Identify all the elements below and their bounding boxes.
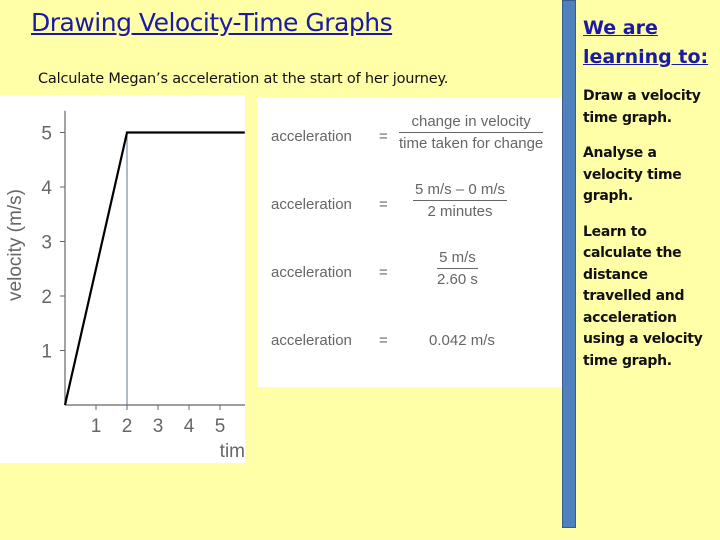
fraction: 5 m/s – 0 m/s 2 minutes [413, 181, 508, 220]
x-axis-label: tim [220, 441, 245, 462]
x-tick-label: 4 [184, 416, 195, 437]
y-axis-label: velocity (m/s) [5, 189, 26, 301]
objective-item: Learn to calculate the distance travelle… [583, 223, 703, 369]
learning-objectives: We are learning to: Draw a velocity time… [583, 14, 713, 372]
slide-title: Drawing Velocity-Time Graphs [31, 8, 393, 37]
equations-box: acceleration = change in velocity time ta… [257, 97, 563, 387]
divider-bar [562, 0, 576, 528]
objectives-heading: We are learning to: [583, 17, 709, 68]
denominator: 2 minutes [427, 203, 493, 220]
equation-1: acceleration = change in velocity time ta… [271, 113, 561, 163]
eq-label: acceleration [271, 332, 352, 349]
eq-equals: = [379, 264, 388, 281]
y-tick-label: 1 [41, 342, 52, 363]
x-tick-label: 1 [91, 416, 102, 437]
eq-equals: = [379, 128, 388, 145]
equation-3: acceleration = 5 m/s 2.60 s [271, 249, 561, 299]
y-tick-label: 2 [41, 287, 52, 308]
eq-label: acceleration [271, 128, 352, 145]
denominator: time taken for change [399, 135, 544, 152]
x-tick-label: 2 [122, 416, 133, 437]
denominator: 2.60 s [437, 271, 478, 288]
numerator: change in velocity [399, 113, 544, 133]
velocity-time-graph: 1 2 3 4 5 1 2 3 4 5 tim velocity (m/s) [0, 95, 245, 463]
equation-2: acceleration = 5 m/s – 0 m/s 2 minutes [271, 181, 561, 231]
velocity-line [63, 131, 245, 406]
graph-svg: 123451 2 3 4 5timvelocity (m/s) [5, 110, 245, 462]
numerator: 5 m/s [437, 249, 478, 269]
eq-label: acceleration [271, 264, 352, 281]
x-tick-label: 3 [153, 416, 164, 437]
question-text: Calculate Megan’s acceleration at the st… [38, 71, 449, 87]
fraction: change in velocity time taken for change [399, 113, 544, 152]
numerator: 5 m/s – 0 m/s [413, 181, 508, 201]
fraction: 5 m/s 2.60 s [437, 249, 478, 288]
eq-equals: = [379, 332, 388, 349]
y-tick-label: 3 [41, 233, 52, 254]
result-value: 0.042 m/s [429, 332, 495, 349]
eq-label: acceleration [271, 196, 352, 213]
x-tick-label: 5 [215, 416, 226, 437]
y-tick-label: 5 [41, 124, 52, 145]
eq-equals: = [379, 196, 388, 213]
objective-item: Analyse a velocity time graph. [583, 145, 682, 204]
objective-item: Draw a velocity time graph. [583, 88, 701, 126]
equation-4: acceleration = 0.042 m/s [271, 317, 561, 367]
y-tick-label: 4 [41, 178, 52, 199]
